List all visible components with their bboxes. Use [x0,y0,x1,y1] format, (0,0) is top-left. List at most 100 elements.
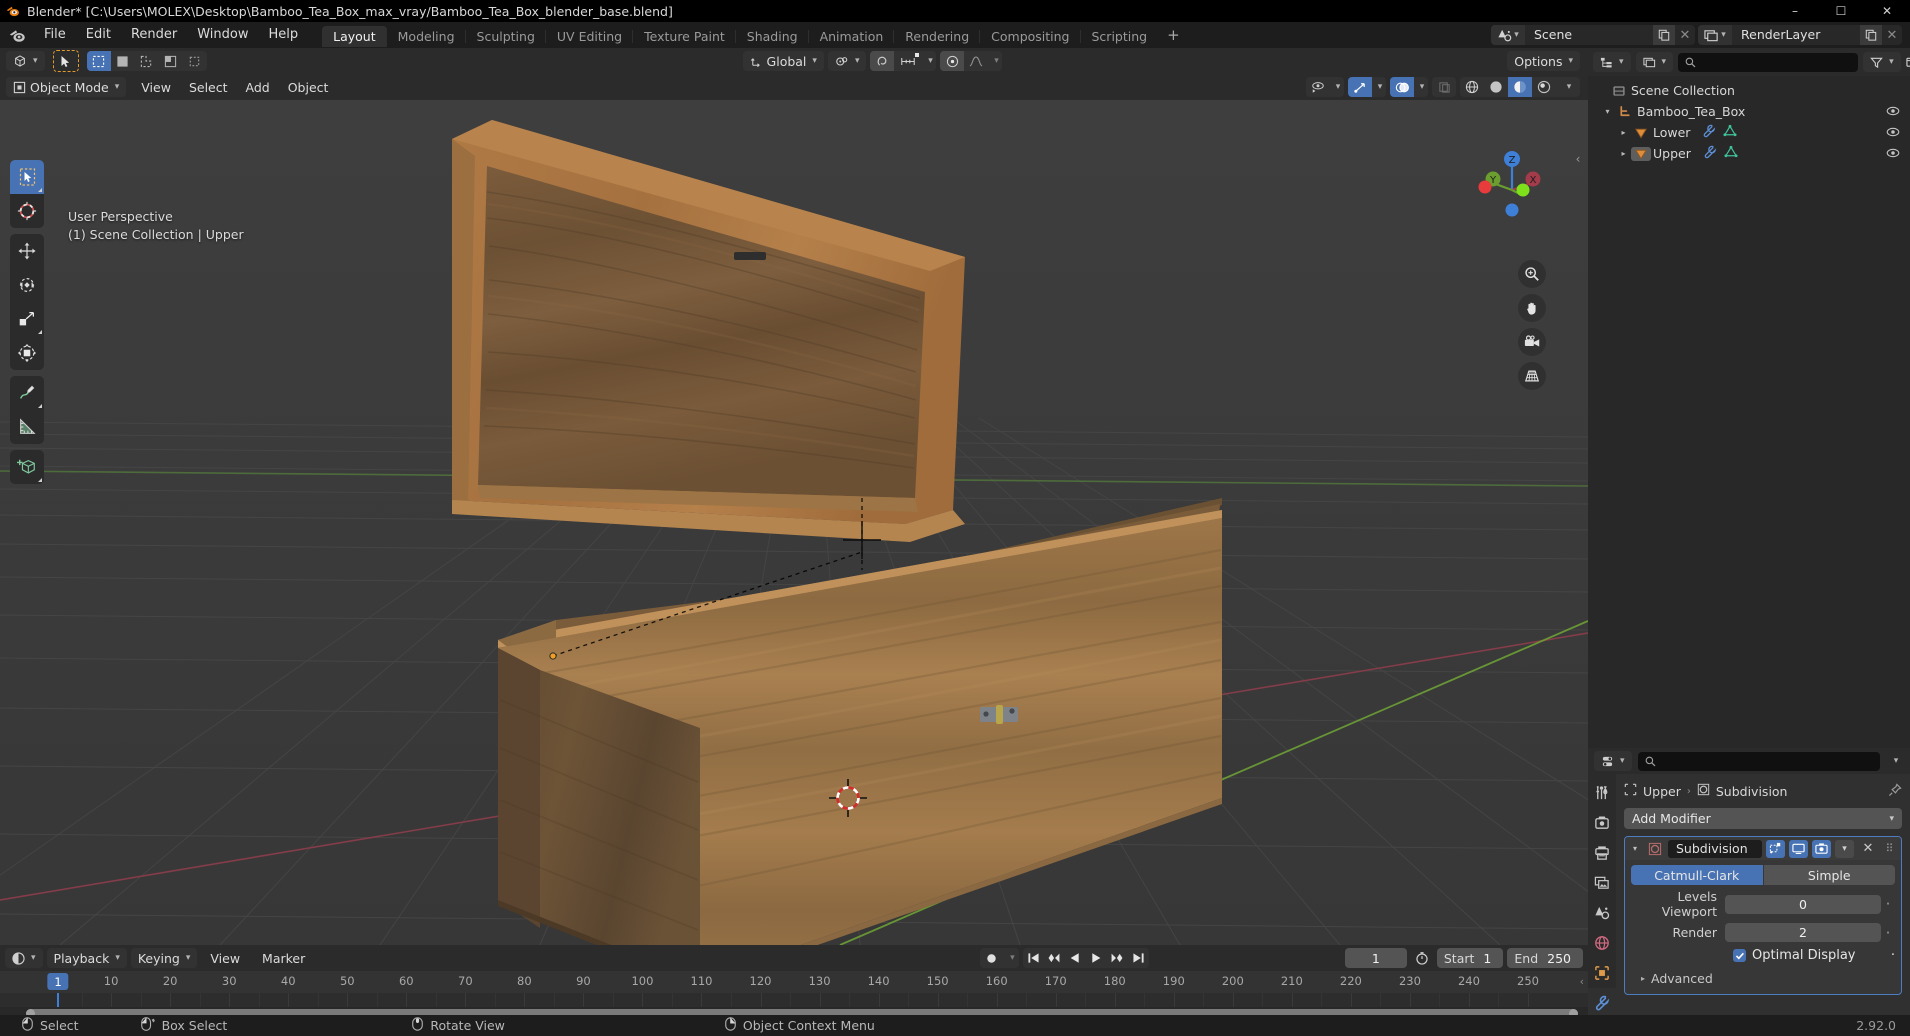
play-reverse-icon[interactable] [1065,948,1086,968]
viewport-menu-object[interactable]: Object [279,77,338,97]
twisty-bamboo-tea-box[interactable]: ▾ [1600,107,1615,116]
tool-tab[interactable] [1588,778,1616,808]
overlays-dropdown[interactable]: ▾ [1390,77,1428,97]
remove-scene-button[interactable]: ✕ [1675,25,1695,45]
advanced-section-row[interactable]: ▸ Advanced [1631,971,1895,986]
workspace-tab-sculpting[interactable]: Sculpting [464,26,546,47]
snap-chevron-down-icon[interactable]: ▾ [922,51,936,71]
optimal-display-checkbox[interactable] [1733,949,1746,962]
workspace-tab-rendering[interactable]: Rendering [893,26,980,47]
gizmo-chevron-down-icon[interactable]: ▾ [1372,77,1386,97]
select-subtract-icon[interactable] [135,51,159,71]
object-visibility-icon[interactable] [1306,77,1330,97]
remove-view-layer-button[interactable]: ✕ [1882,25,1902,45]
viewport-options-dropdown[interactable]: Options ▾ [1507,51,1580,71]
twisty-lower[interactable]: ▸ [1616,128,1631,137]
prev-keyframe-icon[interactable] [1044,948,1065,968]
levels-viewport-value[interactable]: 0 [1725,894,1881,914]
pivot-point-dropdown[interactable]: ▾ [827,51,867,71]
world-globe-icon[interactable] [1588,928,1616,958]
wrench-icon[interactable] [1588,988,1616,1018]
navigation-gizmo[interactable]: Z Y X [1470,146,1554,230]
transform-tool[interactable] [10,336,44,370]
menu-file[interactable]: File [34,22,76,48]
show-in-editmode-icon[interactable] [1766,839,1785,858]
wrench-icon[interactable] [1702,124,1716,141]
advanced-twisty-icon[interactable]: ▸ [1641,974,1645,983]
frame-start-field[interactable]: Start 1 [1436,948,1504,968]
optimal-display-animate-dot[interactable]: · [1891,948,1895,963]
auto-key-chevron-down-icon[interactable]: ▾ [1004,948,1019,968]
visibility-eye-icon[interactable] [1886,146,1900,163]
object-square-icon[interactable] [1588,958,1616,988]
pin-icon[interactable] [1888,782,1902,800]
modifier-name-field[interactable]: Subdivision [1668,839,1762,858]
falloff-curve-icon[interactable] [964,51,988,71]
add-workspace-button[interactable]: + [1158,26,1189,47]
properties-editor-type-icon[interactable]: ▾ [1594,751,1632,771]
viewport-menu-add[interactable]: Add [237,77,279,97]
printer-icon[interactable] [1588,838,1616,868]
outliner-editor[interactable]: ▾ ▾ ▾ Scene Collection ▾ Bamboo_Tea_Box … [1588,48,1910,748]
transform-orientation-dropdown[interactable]: Global ▾ [742,51,824,71]
viewport-menu-select[interactable]: Select [180,77,237,97]
render-camera-icon[interactable] [1588,808,1616,838]
levels-viewport-animate-dot[interactable]: · [1881,897,1895,912]
breadcrumb-object-name[interactable]: Upper [1643,784,1681,799]
scene-icon[interactable]: ▾ [1491,25,1525,45]
annotate-tool[interactable] [10,376,44,410]
new-collection-icon[interactable] [1905,52,1910,72]
workspace-tab-modeling[interactable]: Modeling [385,26,466,47]
view-layer-name[interactable]: RenderLayer [1732,25,1860,45]
catmull-clark-button[interactable]: Catmull-Clark [1631,865,1763,885]
timeline-menu-playback[interactable]: Playback ▾ [46,948,127,968]
maximize-button[interactable]: ☐ [1818,0,1864,22]
workspace-tab-layout[interactable]: Layout [322,26,387,47]
images-icon[interactable] [1588,868,1616,898]
visibility-eye-icon[interactable] [1886,104,1900,121]
select-mode-buttons[interactable] [86,51,207,71]
simple-button[interactable]: Simple [1763,865,1895,885]
outliner-row-upper[interactable]: ▸ Upper [1588,143,1910,164]
visibility-chevron-down-icon[interactable]: ▾ [1330,77,1344,97]
material-preview-shading-icon[interactable] [1508,77,1532,97]
outliner-search-field[interactable] [1701,55,1852,69]
properties-header-chevron-down-icon[interactable]: ▾ [1886,756,1904,766]
move-tool[interactable] [10,234,44,268]
workspace-tab-scripting[interactable]: Scripting [1079,26,1159,47]
wireframe-shading-icon[interactable] [1460,77,1484,97]
visibility-eye-icon[interactable] [1886,125,1900,142]
show-overlays-icon[interactable] [1390,77,1414,97]
toggle-perspective-icon[interactable] [1518,362,1546,390]
camera-view-icon[interactable] [1518,328,1546,356]
remove-modifier-button[interactable]: ✕ [1858,841,1878,856]
frame-start-value[interactable]: 1 [1481,951,1503,966]
menu-render[interactable]: Render [121,22,187,48]
timeline-menu-marker[interactable]: Marker [253,948,314,968]
workspace-tab-uv-editing[interactable]: UV Editing [544,26,633,47]
timeline-menu-view[interactable]: View [201,948,249,968]
record-icon[interactable] [980,948,1004,968]
snapping-controls[interactable]: ▾ [870,51,937,71]
mesh-data-icon[interactable] [1723,124,1737,141]
shading-chevron-down-icon[interactable]: ▾ [1556,77,1580,97]
timeline-editor[interactable]: ▾ Playback ▾ Keying ▾ View Marker ▾ 1 St… [0,945,1588,1018]
outliner-editor-type-icon[interactable]: ▾ [1593,52,1631,72]
new-view-layer-button[interactable] [1860,25,1882,45]
scale-tool[interactable] [10,302,44,336]
scene-datablock[interactable]: ▾ Scene ✕ [1491,25,1695,45]
falloff-chevron-down-icon[interactable]: ▾ [988,51,1002,71]
mesh-data-icon[interactable] [1724,145,1738,162]
properties-search-input[interactable] [1637,751,1880,771]
viewport-canvas[interactable]: User Perspective (1) Scene Collection | … [0,100,1588,945]
close-button[interactable]: ✕ [1864,0,1910,22]
render-camera-icon[interactable] [1812,839,1831,858]
menu-help[interactable]: Help [259,22,309,48]
object-mode-dropdown[interactable]: Object Mode ▾ [6,77,127,97]
new-scene-button[interactable] [1653,25,1675,45]
rotate-tool[interactable] [10,268,44,302]
modifier-expand-twisty[interactable]: ▾ [1628,844,1642,853]
view-layer-datablock[interactable]: ▾ RenderLayer ✕ [1698,25,1902,45]
select-extend-icon[interactable] [111,51,135,71]
pan-hand-icon[interactable] [1518,294,1546,322]
